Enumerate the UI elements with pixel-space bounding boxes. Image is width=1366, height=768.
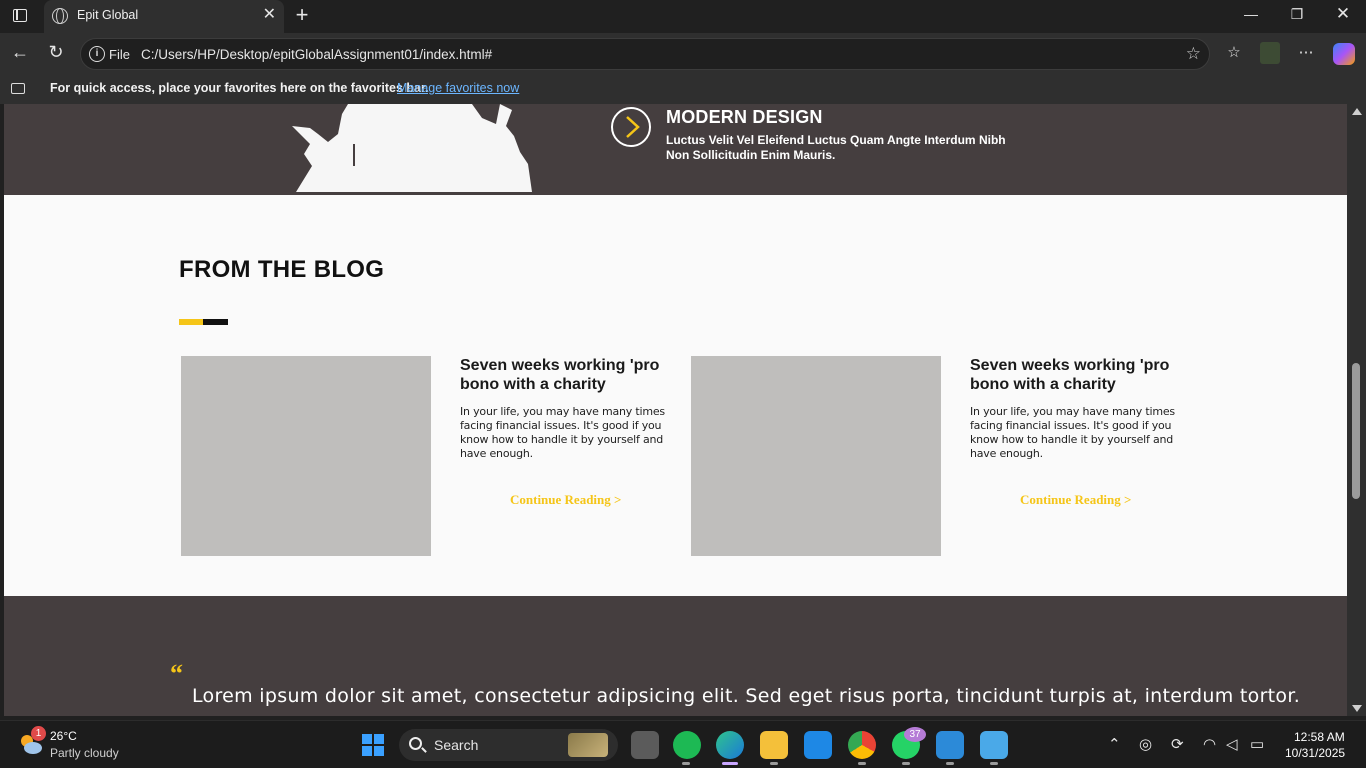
tab-bar: Epit Global ✕ + — ❐ ✕ bbox=[0, 0, 1366, 33]
app-running-indicator bbox=[990, 762, 998, 765]
tab-epit-global[interactable]: Epit Global ✕ bbox=[44, 0, 284, 33]
app-running-indicator bbox=[770, 762, 778, 765]
taskbar-search[interactable]: Search bbox=[399, 729, 618, 761]
app-running-indicator bbox=[902, 762, 910, 765]
feature-description: Luctus Velit Vel Eleifend Luctus Quam An… bbox=[666, 133, 1006, 162]
tab-title: Epit Global bbox=[77, 8, 139, 22]
start-icon[interactable] bbox=[362, 734, 384, 756]
app-icon[interactable] bbox=[804, 731, 832, 759]
weather-condition[interactable]: Partly cloudy bbox=[50, 746, 119, 760]
battery-icon[interactable]: ▭ bbox=[1250, 735, 1264, 753]
app-running-indicator bbox=[682, 762, 690, 765]
favorites-icon[interactable]: ☆ bbox=[1222, 43, 1246, 61]
heading-underline-yellow bbox=[179, 319, 203, 325]
testimonial-section: “ Lorem ipsum dolor sit amet, consectetu… bbox=[4, 596, 1347, 716]
blog-card-title: Seven weeks working 'pro bono with a cha… bbox=[460, 357, 660, 393]
chevron-right-icon[interactable] bbox=[611, 107, 651, 147]
favorites-bar: For quick access, place your favorites h… bbox=[0, 75, 1366, 104]
blog-heading: FROM THE BLOG bbox=[179, 256, 385, 283]
chrome-icon[interactable] bbox=[848, 731, 876, 759]
blog-card-text: In your life, you may have many times fa… bbox=[460, 405, 665, 460]
file-explorer-icon[interactable] bbox=[760, 731, 788, 759]
favorite-star-icon[interactable]: ☆ bbox=[1186, 44, 1201, 64]
blog-card-image bbox=[181, 356, 431, 556]
quote-mark: “ bbox=[170, 659, 183, 688]
edge-icon[interactable] bbox=[716, 731, 744, 759]
blog-card-text: In your life, you may have many times fa… bbox=[970, 405, 1175, 460]
new-tab-icon[interactable]: + bbox=[290, 4, 314, 26]
globe-icon bbox=[52, 8, 68, 24]
app-running-indicator bbox=[946, 762, 954, 765]
blog-section: FROM THE BLOG Seven weeks working 'pro b… bbox=[4, 195, 1347, 596]
notepad-icon[interactable] bbox=[980, 731, 1008, 759]
address-url[interactable]: C:/Users/HP/Desktop/epitGlobalAssignment… bbox=[141, 47, 492, 62]
product-silhouette-image bbox=[292, 104, 532, 192]
search-label: Search bbox=[434, 737, 479, 753]
show-hidden-icons-icon[interactable]: ⌃ bbox=[1108, 735, 1121, 753]
temperature[interactable]: 26°C bbox=[50, 729, 77, 743]
info-icon[interactable]: i bbox=[89, 46, 105, 62]
page-scrollbar[interactable] bbox=[1347, 104, 1366, 716]
refresh-icon[interactable]: ↻ bbox=[44, 42, 68, 63]
features-section: MODERN DESIGN Luctus Velit Vel Eleifend … bbox=[4, 104, 1347, 195]
search-highlight-image bbox=[568, 733, 608, 757]
favorites-bar-icon bbox=[11, 83, 25, 94]
copilot-icon[interactable] bbox=[1333, 43, 1355, 65]
clock-date[interactable]: 10/31/2025 bbox=[1285, 746, 1345, 760]
scroll-down-icon[interactable] bbox=[1352, 705, 1362, 712]
quote-text: Lorem ipsum dolor sit amet, consectetur … bbox=[192, 685, 1301, 707]
scrollbar-thumb[interactable] bbox=[1352, 363, 1360, 499]
tray-app-icon[interactable]: ◎ bbox=[1139, 735, 1152, 753]
weather-badge: 1 bbox=[31, 726, 46, 741]
restore-icon[interactable]: ❐ bbox=[1274, 6, 1320, 23]
taskbar: 1 26°C Partly cloudy Search 37 ⌃ ◎ ⟳ ◠ ◁… bbox=[0, 720, 1366, 768]
sync-icon[interactable]: ⟳ bbox=[1171, 735, 1184, 753]
more-options-icon[interactable]: ⋯ bbox=[1294, 43, 1318, 61]
favorites-bar-message: For quick access, place your favorites h… bbox=[50, 81, 429, 95]
continue-reading-link[interactable]: Continue Reading > bbox=[510, 492, 621, 508]
heading-underline-black bbox=[203, 319, 228, 325]
app-active-indicator bbox=[722, 762, 738, 765]
page-viewport: MODERN DESIGN Luctus Velit Vel Eleifend … bbox=[4, 104, 1347, 716]
profile-avatar[interactable] bbox=[1260, 42, 1280, 64]
close-window-icon[interactable]: ✕ bbox=[1320, 4, 1366, 24]
blog-card-image bbox=[691, 356, 941, 556]
minimize-icon[interactable]: — bbox=[1228, 6, 1274, 22]
feature-title: MODERN DESIGN bbox=[666, 107, 823, 127]
clock-time[interactable]: 12:58 AM bbox=[1294, 730, 1345, 744]
address-toolbar: ← ↻ i File C:/Users/HP/Desktop/epitGloba… bbox=[0, 33, 1366, 75]
protocol-label: File bbox=[109, 47, 130, 62]
close-tab-icon[interactable]: ✕ bbox=[263, 6, 276, 24]
volume-icon[interactable]: ◁ bbox=[1226, 735, 1238, 753]
wifi-icon[interactable]: ◠ bbox=[1203, 735, 1216, 753]
blog-card-title: Seven weeks working 'pro bono with a cha… bbox=[970, 357, 1170, 393]
search-icon bbox=[409, 737, 422, 750]
whatsapp-badge: 37 bbox=[904, 727, 926, 742]
vscode-icon[interactable] bbox=[936, 731, 964, 759]
tab-actions-icon[interactable] bbox=[8, 6, 32, 28]
continue-reading-link[interactable]: Continue Reading > bbox=[1020, 492, 1131, 508]
spotify-icon[interactable] bbox=[673, 731, 701, 759]
address-bar[interactable]: i File C:/Users/HP/Desktop/epitGlobalAss… bbox=[80, 38, 1210, 70]
task-view-icon[interactable] bbox=[631, 731, 659, 759]
manage-favorites-link[interactable]: Manage favorites now bbox=[397, 81, 519, 95]
scroll-up-icon[interactable] bbox=[1352, 108, 1362, 115]
back-icon[interactable]: ← bbox=[8, 42, 32, 63]
app-running-indicator bbox=[858, 762, 866, 765]
